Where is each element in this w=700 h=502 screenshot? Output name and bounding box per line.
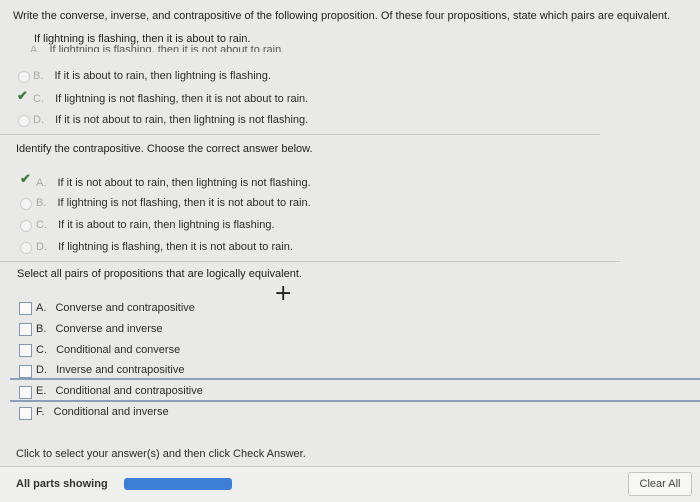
option-letter: D.: [36, 364, 47, 376]
radio-part2-d[interactable]: [20, 242, 32, 254]
part3-option-d[interactable]: D. Inverse and contrapositive: [36, 364, 184, 376]
option-letter: A.: [36, 302, 47, 314]
part2-option-d[interactable]: D. If lightning is flashing, then it is …: [36, 241, 293, 253]
part3-option-f[interactable]: F. Conditional and inverse: [36, 406, 169, 418]
option-letter: C.: [36, 219, 47, 231]
option-letter: B.: [36, 197, 47, 209]
option-letter: F.: [36, 406, 45, 418]
section-divider: [0, 134, 600, 135]
option-letter: B.: [33, 70, 44, 82]
option-letter: D.: [33, 114, 44, 126]
option-text: If lightning is not flashing, then it is…: [57, 197, 311, 209]
highlight-border-top: [10, 378, 700, 380]
checkbox-part3-f[interactable]: [19, 407, 32, 420]
option-text: If lightning is not flashing, then it is…: [55, 93, 309, 105]
checkbox-part3-d[interactable]: [19, 365, 32, 378]
radio-part2-b[interactable]: [20, 198, 32, 210]
option-letter: E.: [36, 385, 47, 397]
part3-option-a[interactable]: A. Converse and contrapositive: [36, 302, 195, 314]
part1-option-a[interactable]: A. If lightning is flashing, then it is …: [30, 44, 284, 52]
part2-option-a[interactable]: A. If it is not about to rain, then ligh…: [36, 177, 311, 189]
option-text: Converse and inverse: [55, 323, 163, 335]
highlight-border-bottom: [10, 400, 700, 402]
section-divider: [0, 261, 620, 262]
part3-option-b[interactable]: B. Converse and inverse: [36, 323, 162, 335]
parts-showing-label: All parts showing: [16, 478, 108, 490]
part2-prompt: Identify the contrapositive. Choose the …: [16, 143, 313, 155]
crosshair-cursor-icon: +: [274, 281, 293, 306]
option-text: Conditional and inverse: [53, 406, 169, 418]
part3-option-e[interactable]: E. Conditional and contrapositive: [36, 385, 203, 397]
option-text: Conditional and contrapositive: [55, 385, 203, 397]
part3-prompt: Select all pairs of propositions that ar…: [17, 268, 302, 280]
checkmark-icon: ✔: [20, 171, 31, 186]
option-text: If it is about to rain, then lightning i…: [54, 70, 271, 82]
part1-option-c[interactable]: C. If lightning is not flashing, then it…: [33, 93, 308, 105]
option-letter: A.: [30, 44, 41, 52]
option-letter: C.: [33, 93, 44, 105]
option-text: Conditional and converse: [56, 344, 181, 356]
checkbox-part3-a[interactable]: [19, 302, 32, 315]
option-letter: A.: [36, 177, 47, 189]
checkbox-part3-c[interactable]: [19, 344, 32, 357]
part1-option-b[interactable]: B. If it is about to rain, then lightnin…: [33, 70, 271, 82]
progress-bar: [124, 478, 232, 490]
checkbox-part3-e[interactable]: [19, 386, 32, 399]
footer-instruction: Click to select your answer(s) and then …: [16, 448, 306, 460]
clear-all-button[interactable]: Clear All: [628, 472, 692, 496]
question-text: Write the converse, inverse, and contrap…: [13, 10, 671, 22]
part2-option-c[interactable]: C. If it is about to rain, then lightnin…: [36, 219, 275, 231]
option-text: If lightning is flashing, then it is not…: [58, 241, 293, 253]
option-letter: C.: [36, 344, 47, 356]
part3-option-c[interactable]: C. Conditional and converse: [36, 344, 180, 356]
option-text: If it is not about to rain, then lightni…: [55, 114, 309, 126]
part2-option-b[interactable]: B. If lightning is not flashing, then it…: [36, 197, 311, 209]
radio-part1-d[interactable]: [18, 115, 30, 127]
option-letter: D.: [36, 241, 47, 253]
option-text: Inverse and contrapositive: [56, 364, 185, 376]
part1-option-d[interactable]: D. If it is not about to rain, then ligh…: [33, 114, 308, 126]
option-letter: B.: [36, 323, 47, 335]
option-text: If it is not about to rain, then lightni…: [57, 177, 311, 189]
radio-part2-c[interactable]: [20, 220, 32, 232]
checkmark-icon: ✔: [17, 88, 28, 103]
checkbox-part3-b[interactable]: [19, 323, 32, 336]
radio-part1-b[interactable]: [18, 71, 30, 83]
option-text: Converse and contrapositive: [55, 302, 195, 314]
option-text: If lightning is flashing, then it is not…: [49, 44, 285, 52]
option-text: If it is about to rain, then lightning i…: [58, 219, 275, 231]
